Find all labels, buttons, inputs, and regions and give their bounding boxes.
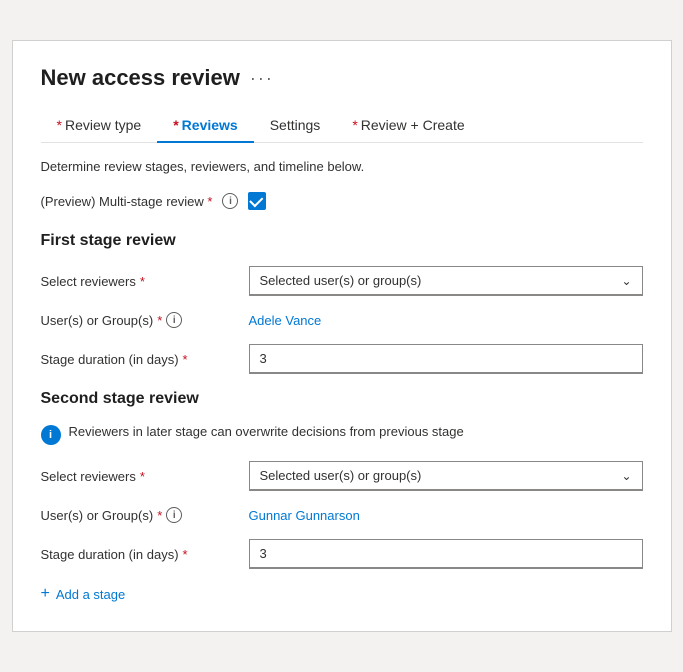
info-banner-text: Reviewers in later stage can overwrite d… <box>69 424 464 439</box>
second-users-groups-value: Gunnar Gunnarson <box>249 507 643 523</box>
tab-review-create[interactable]: *Review + Create <box>336 109 480 143</box>
first-reviewers-dropdown[interactable]: Selected user(s) or group(s) ⌄ <box>249 266 643 296</box>
page-header: New access review ··· <box>41 65 643 91</box>
chevron-down-icon: ⌄ <box>621 274 631 288</box>
multi-stage-row: (Preview) Multi-stage review * i <box>41 192 643 210</box>
add-stage-button[interactable]: + Add a stage <box>41 585 126 603</box>
first-select-reviewers-control: Selected user(s) or group(s) ⌄ <box>249 266 643 296</box>
users-groups-info-icon[interactable]: i <box>166 312 182 328</box>
second-users-groups-row: User(s) or Group(s) * i Gunnar Gunnarson <box>41 507 643 523</box>
second-stage-duration-row: Stage duration (in days) * <box>41 539 643 569</box>
second-stage-duration-control <box>249 539 643 569</box>
info-banner: i Reviewers in later stage can overwrite… <box>41 424 643 445</box>
new-access-review-card: New access review ··· *Review type *Revi… <box>12 40 672 632</box>
first-select-reviewers-label: Select reviewers * <box>41 274 241 289</box>
first-users-groups-value: Adele Vance <box>249 312 643 328</box>
second-reviewers-dropdown[interactable]: Selected user(s) or group(s) ⌄ <box>249 461 643 491</box>
second-user-link[interactable]: Gunnar Gunnarson <box>249 508 360 523</box>
first-stage-duration-row: Stage duration (in days) * <box>41 344 643 374</box>
second-stage-title: Second stage review <box>41 390 643 408</box>
first-stage-title: First stage review <box>41 232 643 250</box>
first-select-reviewers-row: Select reviewers * Selected user(s) or g… <box>41 266 643 296</box>
more-options-icon[interactable]: ··· <box>250 68 274 89</box>
tab-settings[interactable]: Settings <box>254 109 337 143</box>
info-banner-icon: i <box>41 425 61 445</box>
multi-stage-checkbox[interactable] <box>248 192 266 210</box>
second-stage-duration-label: Stage duration (in days) * <box>41 547 241 562</box>
tab-bar: *Review type *Reviews Settings *Review +… <box>41 109 643 143</box>
tab-reviews[interactable]: *Reviews <box>157 109 254 143</box>
first-users-groups-row: User(s) or Group(s) * i Adele Vance <box>41 312 643 328</box>
second-stage-duration-input[interactable] <box>249 539 643 569</box>
multi-stage-label: (Preview) Multi-stage review * <box>41 194 213 209</box>
first-stage-duration-label: Stage duration (in days) * <box>41 352 241 367</box>
subtitle-text: Determine review stages, reviewers, and … <box>41 159 643 174</box>
second-users-groups-label: User(s) or Group(s) * i <box>41 507 241 523</box>
second-select-reviewers-control: Selected user(s) or group(s) ⌄ <box>249 461 643 491</box>
first-users-groups-label: User(s) or Group(s) * i <box>41 312 241 328</box>
second-select-reviewers-row: Select reviewers * Selected user(s) or g… <box>41 461 643 491</box>
tab-review-type[interactable]: *Review type <box>41 109 158 143</box>
page-title: New access review <box>41 65 240 91</box>
first-stage-duration-control <box>249 344 643 374</box>
first-stage-duration-input[interactable] <box>249 344 643 374</box>
chevron-down-icon-2: ⌄ <box>621 469 631 483</box>
second-stage-section: Second stage review i Reviewers in later… <box>41 390 643 569</box>
multi-stage-info-icon[interactable]: i <box>222 193 238 209</box>
second-select-reviewers-label: Select reviewers * <box>41 469 241 484</box>
first-stage-section: First stage review Select reviewers * Se… <box>41 232 643 374</box>
second-users-groups-info-icon[interactable]: i <box>166 507 182 523</box>
first-user-link[interactable]: Adele Vance <box>249 313 322 328</box>
plus-icon: + <box>41 585 50 603</box>
